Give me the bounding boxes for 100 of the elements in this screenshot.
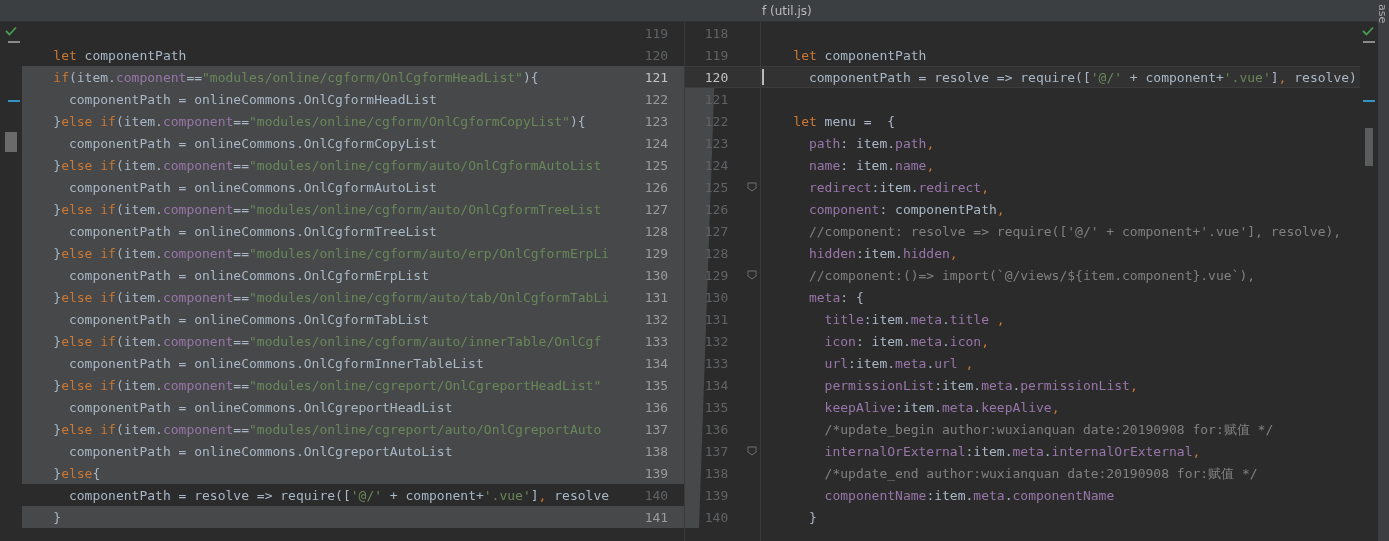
line-number: 124 <box>704 156 729 174</box>
code-line: }else if(item.component=="modules/online/cgform/auto/OnlCgformTreeList <box>52 200 602 218</box>
side-tab[interactable]: ase <box>1378 4 1389 24</box>
line-number: 135 <box>644 376 669 394</box>
code-line: let componentPath <box>792 46 927 64</box>
code-line: }else if(item.component=="modules/online/cgform/auto/OnlCgformAutoList <box>52 156 602 174</box>
code-line: path: item.path, <box>807 134 935 152</box>
code-line: }else if(item.component=="modules/online/cgreport/OnlCgreportHeadList" <box>52 376 602 394</box>
change-marker <box>8 41 20 43</box>
code-line: componentName:item.meta.componentName <box>823 486 1115 504</box>
code-line: }else if(item.component=="modules/online/cgform/auto/tab/OnlCgformTabLi <box>52 288 610 306</box>
code-line: componentPath = onlineCommons.OnlCgformHeadList <box>67 90 437 108</box>
code-line: let menu = { <box>792 112 896 130</box>
line-number: 130 <box>644 266 669 284</box>
line-number: 138 <box>644 442 669 460</box>
line-number: 136 <box>644 398 669 416</box>
line-number: 122 <box>644 90 669 108</box>
check-icon <box>1362 26 1374 36</box>
code-line: }else{ <box>52 464 101 482</box>
line-number: 121 <box>704 90 729 108</box>
line-number: 125 <box>644 156 669 174</box>
check-icon <box>5 26 17 36</box>
code-line: icon: item.meta.icon, <box>823 332 989 350</box>
line-number: 139 <box>704 486 729 504</box>
code-line: }else if(item.component=="modules/online/cgform/OnlCgformCopyList"){ <box>52 112 586 130</box>
line-number: 121 <box>644 68 669 86</box>
line-number: 140 <box>704 508 729 526</box>
line-number: 136 <box>704 420 729 438</box>
line-number: 132 <box>704 332 729 350</box>
line-number: 140 <box>644 486 669 504</box>
code-line: redirect:item.redirect, <box>807 178 989 196</box>
code-line: url:item.meta.url , <box>823 354 974 372</box>
code-line: /*update_begin author:wuxianquan date:20190908 for:赋值 */ <box>823 420 1274 438</box>
code-line: keepAlive:item.meta.keepAlive, <box>823 398 1060 416</box>
line-number: 125 <box>704 178 729 196</box>
line-number: 129 <box>704 266 729 284</box>
line-number: 126 <box>704 200 729 218</box>
line-number: 120 <box>704 68 729 86</box>
line-number: 118 <box>704 24 729 42</box>
code-line: let componentPath <box>52 46 187 64</box>
code-line: componentPath = onlineCommons.OnlCgformCopyList <box>67 134 437 152</box>
fold-icon[interactable] <box>747 182 758 192</box>
line-number: 129 <box>644 244 669 262</box>
change-marker <box>1363 100 1375 102</box>
line-number: 128 <box>704 244 729 262</box>
line-number: 133 <box>704 354 729 372</box>
line-number: 133 <box>644 332 669 350</box>
code-line: /*update_end author:wuxianquan date:20190908 for:赋值 */ <box>823 464 1258 482</box>
change-marker <box>1363 41 1375 43</box>
line-number: 127 <box>704 222 729 240</box>
code-line: componentPath = onlineCommons.OnlCgformTreeList <box>67 222 437 240</box>
code-line: }else if(item.component=="modules/online/cgreport/auto/OnlCgreportAuto <box>52 420 602 438</box>
line-number: 139 <box>644 464 669 482</box>
code-line: //component:()=> import(`@/views/${item.component}.vue`), <box>807 266 1256 284</box>
code-line: componentPath = onlineCommons.OnlCgformInnerTableList <box>67 354 484 372</box>
fold-icon[interactable] <box>747 270 758 280</box>
code-line: if(item.component=="modules/online/cgform/OnlCgformHeadList"){ <box>52 68 539 86</box>
line-number: 119 <box>704 46 729 64</box>
line-number: 132 <box>644 310 669 328</box>
code-line: component: componentPath, <box>807 200 1005 218</box>
code-line: meta: { <box>807 288 864 306</box>
code-line: title:item.meta.title , <box>823 310 1005 328</box>
code-line: componentPath = resolve => require(['@/' + component+'.vue'], resolve <box>67 486 610 504</box>
line-number: 120 <box>644 46 669 64</box>
line-number: 130 <box>704 288 729 306</box>
code-line: componentPath = resolve => require(['@/' + component+'.vue'], resolve) <box>807 68 1357 86</box>
code-line: componentPath = onlineCommons.OnlCgformAutoList <box>67 178 437 196</box>
code-line: permissionList:item.meta.permissionList, <box>823 376 1138 394</box>
code-line: hidden:item.hidden, <box>807 244 958 262</box>
change-marker <box>8 100 20 102</box>
scroll-thumb[interactable] <box>5 132 17 152</box>
fold-icon[interactable] <box>747 446 758 456</box>
line-number: 128 <box>644 222 669 240</box>
code-line: } <box>52 508 62 526</box>
code-line: } <box>807 508 817 526</box>
code-line: internalOrExternal:item.meta.internalOrExternal, <box>823 442 1201 460</box>
code-line: }else if(item.component=="modules/online/cgform/auto/erp/OnlCgformErpLi <box>52 244 610 262</box>
code-line: componentPath = onlineCommons.OnlCgreportHeadList <box>67 398 453 416</box>
code-line: //component: resolve => require(['@/' + component+'.vue'], resolve), <box>807 222 1342 240</box>
line-number: 135 <box>704 398 729 416</box>
line-number: 131 <box>704 310 729 328</box>
line-number: 123 <box>644 112 669 130</box>
code-line: name: item.name, <box>807 156 935 174</box>
line-number: 141 <box>644 508 669 526</box>
line-number: 126 <box>644 178 669 196</box>
scroll-thumb[interactable] <box>1365 128 1373 166</box>
line-number: 119 <box>644 24 669 42</box>
code-line: }else if(item.component=="modules/online/cgform/auto/innerTable/OnlCgf <box>52 332 602 350</box>
line-number: 137 <box>644 420 669 438</box>
line-number: 134 <box>644 354 669 372</box>
line-number: 127 <box>644 200 669 218</box>
code-line: componentPath = onlineCommons.OnlCgreportAutoList <box>67 442 453 460</box>
line-number: 137 <box>704 442 729 460</box>
code-line: componentPath = onlineCommons.OnlCgformErpList <box>67 266 429 284</box>
line-number: 138 <box>704 464 729 482</box>
code-line: componentPath = onlineCommons.OnlCgformTabList <box>67 310 429 328</box>
line-number: 134 <box>704 376 729 394</box>
line-number: 131 <box>644 288 669 306</box>
line-number: 123 <box>704 134 729 152</box>
line-number: 124 <box>644 134 669 152</box>
